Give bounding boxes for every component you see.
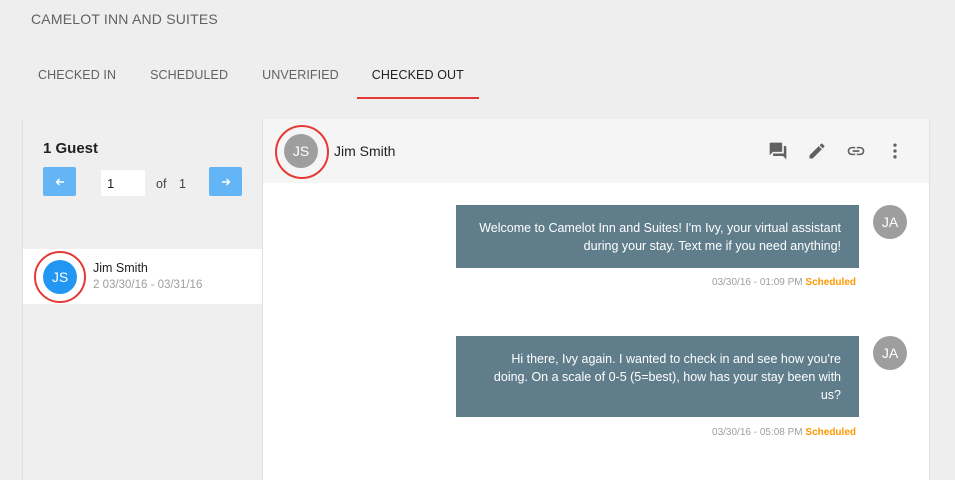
message-status: Scheduled bbox=[805, 427, 856, 438]
total-pages: 1 bbox=[179, 177, 186, 191]
tab-scheduled[interactable]: SCHEDULED bbox=[134, 56, 244, 97]
chat-icon[interactable] bbox=[766, 139, 790, 163]
of-label: of bbox=[156, 177, 167, 191]
message-status: Scheduled bbox=[805, 277, 856, 288]
message-timestamp: 03/30/16 - 01:09 PM bbox=[712, 277, 803, 288]
conversation-panel: JS Jim Smith Welcome to Camelot Inn and … bbox=[263, 119, 929, 480]
conversation-header: JS Jim Smith bbox=[263, 119, 929, 183]
sender-avatar: JA bbox=[873, 336, 907, 370]
message-text: Hi there, Ivy again. I wanted to check i… bbox=[493, 351, 841, 402]
highlight-ring bbox=[34, 251, 86, 303]
prev-page-button[interactable] bbox=[43, 167, 76, 196]
message-meta: 03/30/16 - 01:09 PM Scheduled bbox=[712, 277, 856, 288]
edit-icon[interactable] bbox=[805, 139, 829, 163]
message-bubble: Welcome to Camelot Inn and Suites! I'm I… bbox=[456, 205, 859, 268]
link-icon[interactable] bbox=[844, 139, 868, 163]
page-number-input[interactable] bbox=[101, 170, 145, 196]
message-text: Welcome to Camelot Inn and Suites! I'm I… bbox=[479, 220, 841, 253]
message-timestamp: 03/30/16 - 05:08 PM bbox=[712, 427, 803, 438]
guest-stay-details: 2 03/30/16 - 03/31/16 bbox=[93, 279, 203, 291]
arrow-left-icon bbox=[55, 178, 64, 185]
more-vert-icon[interactable] bbox=[883, 139, 907, 163]
message-meta: 03/30/16 - 05:08 PM Scheduled bbox=[712, 427, 856, 438]
status-tabs: CHECKED IN SCHEDULED UNVERIFIED CHECKED … bbox=[22, 56, 479, 99]
tab-checked-in[interactable]: CHECKED IN bbox=[22, 56, 132, 97]
guest-name: Jim Smith bbox=[93, 261, 148, 275]
hotel-title: CAMELOT INN AND SUITES bbox=[31, 11, 218, 27]
guest-panel: 1 Guest of 1 JS Jim Smith 2 03/30/16 - 0… bbox=[23, 119, 929, 480]
next-page-button[interactable] bbox=[209, 167, 242, 196]
guest-count: 1 Guest bbox=[43, 140, 99, 157]
arrow-right-icon bbox=[221, 178, 230, 185]
sender-avatar: JA bbox=[873, 205, 907, 239]
guest-list-sidebar: 1 Guest of 1 JS Jim Smith 2 03/30/16 - 0… bbox=[23, 119, 263, 480]
header-guest-name: Jim Smith bbox=[334, 143, 396, 159]
guest-list-item[interactable]: JS Jim Smith 2 03/30/16 - 03/31/16 bbox=[23, 249, 262, 304]
tab-unverified[interactable]: UNVERIFIED bbox=[246, 56, 355, 97]
message-bubble: Hi there, Ivy again. I wanted to check i… bbox=[456, 336, 859, 417]
highlight-ring bbox=[275, 125, 329, 179]
tab-checked-out[interactable]: CHECKED OUT bbox=[356, 56, 479, 99]
